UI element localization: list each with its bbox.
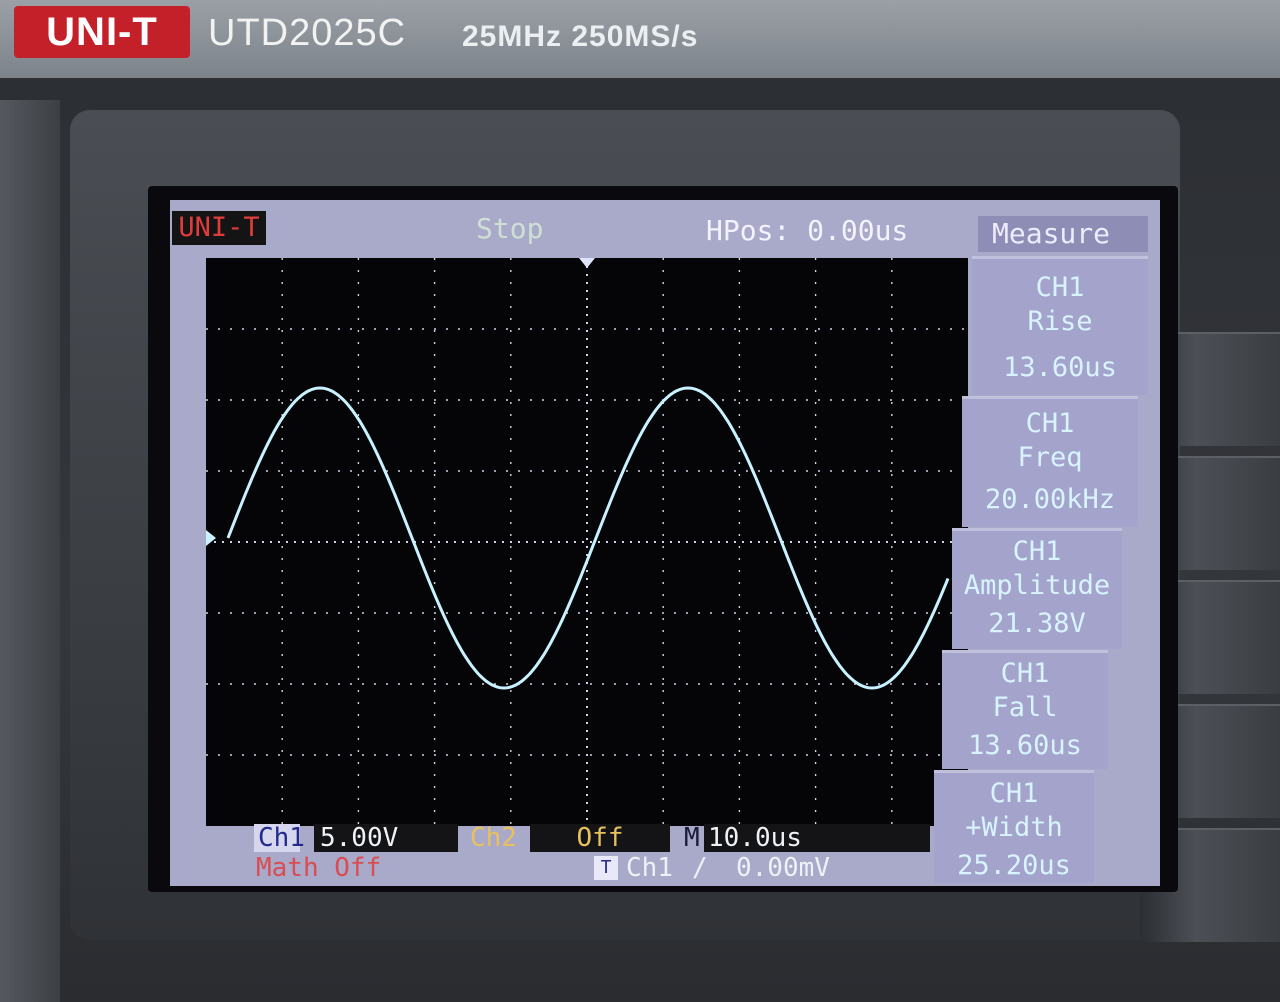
trigger-icon: T [594,856,618,880]
model-label: UTD2025C [208,12,407,54]
measure-channel: CH1 [1012,536,1062,567]
measure-name: +Width [965,812,1063,843]
measure-value: 13.60us [1003,352,1117,383]
measure-channel: CH1 [1025,408,1075,439]
timebase-scale[interactable]: 10.0us [704,824,930,852]
measure-name: Rise [1027,306,1093,337]
measure-panel-rise[interactable]: CH1 Rise 13.60us [972,256,1148,395]
menu-title: Measure [978,216,1148,252]
trigger-level: 0.00mV [736,853,830,883]
measure-panel-width[interactable]: CH1 +Width 25.20us [934,770,1094,883]
graticule [206,258,968,826]
status-bar: Ch1 5.00V Ch2 Off M 10.0us Math Off T Ch… [252,822,952,882]
trigger-source: Ch1 [626,853,673,883]
measure-channel: CH1 [1000,658,1050,689]
horizontal-position: HPos: 0.00us [706,214,909,247]
ch1-label[interactable]: Ch1 [254,824,305,852]
measure-panel-fall[interactable]: CH1 Fall 13.60us [942,650,1108,769]
ch1-ground-marker [206,530,216,546]
measure-value: 25.20us [957,850,1071,881]
trigger-slope-icon: / [692,853,708,883]
measure-value: 21.38V [988,608,1086,639]
timebase-label: M [684,823,700,853]
ch2-state[interactable]: Off [530,824,670,852]
measure-value: 13.60us [968,730,1082,761]
measure-name: Freq [1017,442,1083,473]
brand-logo: UNI-T [14,6,190,58]
measure-panel-amplitude[interactable]: CH1 Amplitude 21.38V [952,528,1122,649]
measure-name: Fall [992,692,1058,723]
math-status: Math Off [256,853,382,883]
trigger-position-marker [579,258,595,268]
lcd-logo: UNI-T [172,211,266,245]
ch1-scale[interactable]: 5.00V [314,824,458,852]
measure-channel: CH1 [989,778,1039,809]
device-left-edge [0,100,60,1002]
device-top-strip: UNI-T UTD2025C 25MHz 250MS/s [0,0,1280,78]
measure-value: 20.00kHz [984,484,1116,515]
measure-panel-freq[interactable]: CH1 Freq 20.00kHz [962,396,1138,527]
waveform-display [206,258,968,826]
measure-name: Amplitude [963,570,1111,601]
acquisition-status: Stop [476,212,544,245]
measure-channel: CH1 [1035,272,1085,303]
spec-label: 25MHz 250MS/s [462,20,699,53]
ch2-label[interactable]: Ch2 [470,824,530,852]
